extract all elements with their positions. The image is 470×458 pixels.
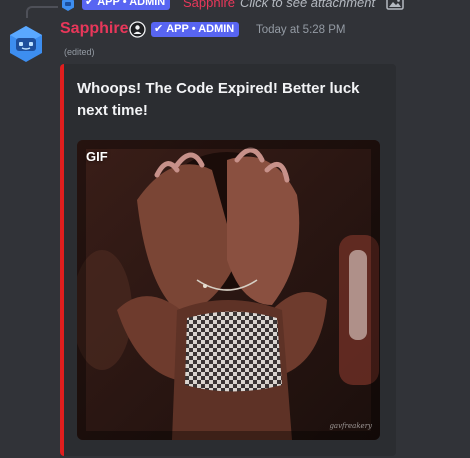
image-icon [386,0,404,10]
embed-title: Whoops! The Code Expired! Better luck ne… [77,80,360,119]
reply-author[interactable]: Sapphire [183,0,235,10]
reply-reference[interactable]: ✔ APP • ADMIN Sapphire Click to see attac… [0,0,470,18]
checkmark-icon: ✔ [154,23,164,35]
gif-image [77,140,380,440]
gif-label: GIF [86,149,108,164]
edited-label: (edited) [64,47,95,57]
app-admin-badge: ✔ APP • ADMIN [151,22,240,37]
app-badge-label: APP • ADMIN [166,23,235,35]
reply-avatar-icon [62,0,74,11]
reply-badge-label: APP • ADMIN [97,0,166,8]
avatar[interactable] [6,24,46,64]
reply-app-badge: ✔ APP • ADMIN [82,0,171,10]
gif-watermark: gavfreakery [329,422,372,430]
reply-spine [26,6,58,18]
embed-accent-bar [60,64,64,456]
role-icon[interactable] [129,21,146,38]
message-author[interactable]: Sapphire [60,19,128,39]
message-embed: Whoops! The Code Expired! Better luck ne… [60,64,396,456]
message-timestamp[interactable]: Today at 5:28 PM [256,22,346,38]
embed-gif[interactable]: GIF gavfreakery [77,140,380,440]
checkmark-icon: ✔ [85,0,95,8]
reply-text[interactable]: Click to see attachment [240,0,375,10]
